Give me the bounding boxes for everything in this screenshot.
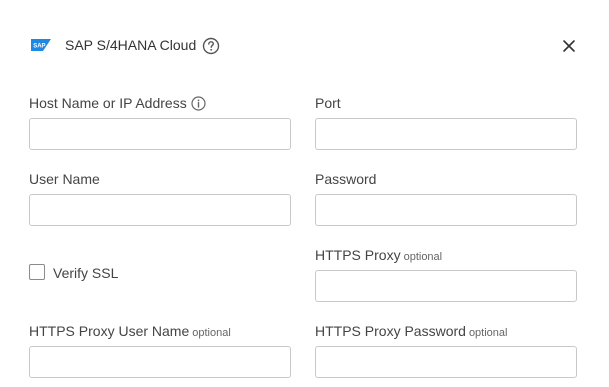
username-label: User Name — [29, 171, 100, 187]
https-proxy-input[interactable] — [315, 270, 577, 302]
help-circle-icon[interactable] — [202, 37, 220, 55]
host-input[interactable] — [29, 118, 291, 150]
host-label: Host Name or IP Address — [29, 95, 206, 111]
sap-logo-icon: SAP — [31, 39, 51, 51]
dialog-title: SAP S/4HANA Cloud — [65, 37, 197, 53]
https-proxy-label-text: HTTPS Proxy — [315, 247, 401, 263]
proxy-password-label-text: HTTPS Proxy Password — [315, 323, 466, 339]
https-proxy-label: HTTPS Proxy optional — [315, 247, 442, 263]
close-icon[interactable] — [562, 39, 576, 53]
password-label: Password — [315, 171, 377, 187]
proxy-username-optional-tag: optional — [192, 327, 231, 339]
proxy-username-input[interactable] — [29, 346, 291, 378]
proxy-username-label-text: HTTPS Proxy User Name — [29, 323, 190, 339]
port-label: Port — [315, 95, 341, 111]
verify-ssl-label[interactable]: Verify SSL — [53, 265, 118, 281]
https-proxy-optional-tag: optional — [403, 251, 443, 263]
password-input[interactable] — [315, 194, 577, 226]
proxy-username-label: HTTPS Proxy User Name optional — [29, 323, 231, 339]
username-input[interactable] — [29, 194, 291, 226]
port-input[interactable] — [315, 118, 577, 150]
info-icon[interactable] — [191, 96, 206, 111]
host-label-text: Host Name or IP Address — [29, 95, 187, 111]
svg-text:SAP: SAP — [33, 44, 45, 50]
verify-ssl-checkbox[interactable] — [29, 264, 45, 280]
proxy-password-optional-tag: optional — [468, 327, 508, 339]
proxy-password-label: HTTPS Proxy Password optional — [315, 323, 507, 339]
proxy-password-input[interactable] — [315, 346, 577, 378]
dialog-header: SAP SAP S/4HANA Cloud — [0, 0, 609, 90]
